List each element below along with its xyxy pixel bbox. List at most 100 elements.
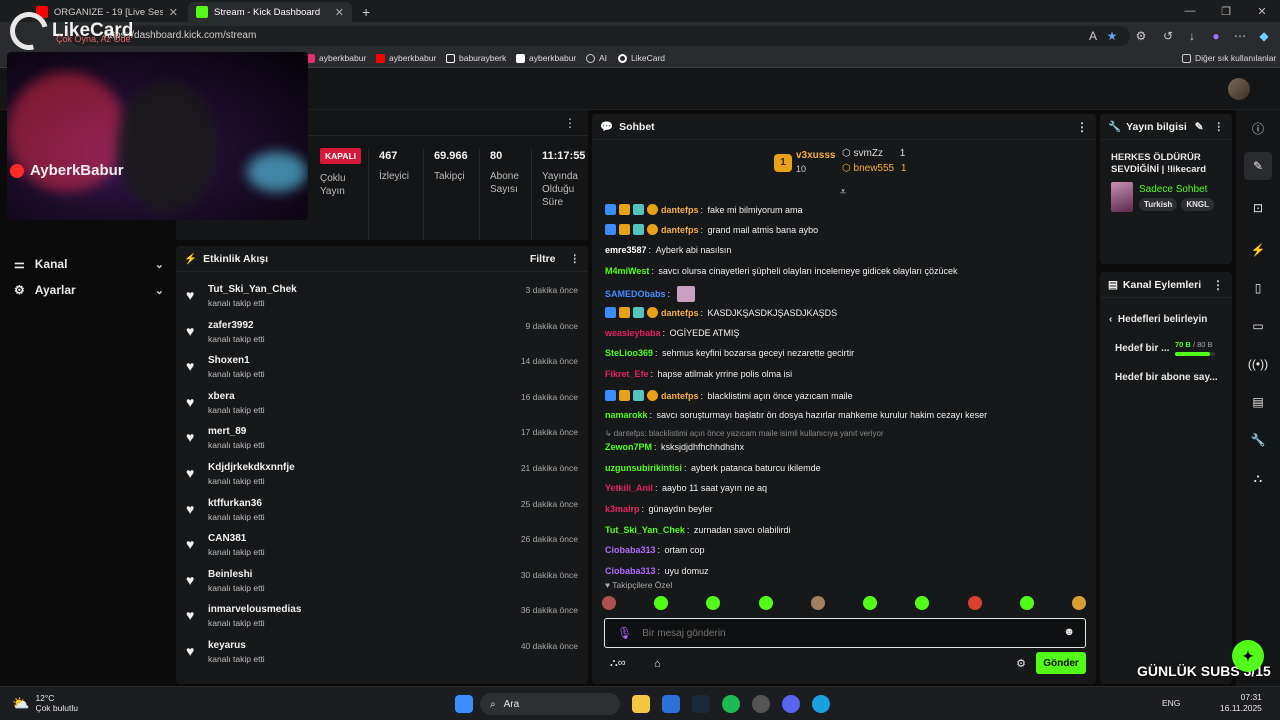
category-name[interactable]: Sadece Sohbet bbox=[1139, 184, 1207, 195]
activity-username[interactable]: Kdjdjrkekdkxnnfje bbox=[208, 462, 295, 473]
camera-icon[interactable]: ⊡ bbox=[1244, 194, 1272, 222]
taskbar-search[interactable]: ⌕ Ara bbox=[480, 693, 620, 715]
edge-icon[interactable] bbox=[812, 695, 830, 713]
minimize-icon[interactable]: — bbox=[1172, 0, 1208, 22]
goal-title[interactable]: Hedef bir abone say... bbox=[1115, 372, 1218, 383]
chat-username[interactable]: dantefps bbox=[661, 308, 699, 318]
group-icon[interactable]: ⛬∞ bbox=[610, 657, 626, 670]
chat-username[interactable]: dantefps bbox=[661, 205, 699, 215]
tag[interactable]: KNGL bbox=[1181, 198, 1214, 211]
bookmark-instagram[interactable]: ayberkbabur bbox=[306, 53, 366, 63]
emote-icon[interactable] bbox=[602, 596, 616, 610]
emote-icon[interactable] bbox=[863, 596, 878, 610]
chat-username[interactable]: Zewon7PM bbox=[605, 442, 652, 452]
document-icon[interactable]: ▯ bbox=[1244, 274, 1272, 302]
more-options-icon[interactable]: ⋮ bbox=[1214, 121, 1225, 133]
bookmark-youtube[interactable]: ayberkbabur bbox=[376, 53, 436, 63]
chat-username[interactable]: emre3587 bbox=[605, 245, 647, 255]
chat-username[interactable]: SAMEDObabs bbox=[605, 289, 666, 299]
chat-username[interactable]: Ciobaba313 bbox=[605, 566, 656, 576]
downloads-icon[interactable]: ↓ bbox=[1184, 28, 1200, 44]
lightning-icon[interactable]: ⚡ bbox=[1244, 236, 1272, 264]
bookmark-tiktok[interactable]: ayberkbabur bbox=[516, 53, 576, 63]
wrench-icon[interactable]: 🔧 bbox=[1244, 426, 1272, 454]
layout-icon[interactable]: ▤ bbox=[1244, 388, 1272, 416]
more-options-icon[interactable]: ⋮ bbox=[1212, 278, 1224, 292]
activity-username[interactable]: Tut_Ski_Yan_Chek bbox=[208, 284, 297, 295]
chat-username[interactable]: M4miWest bbox=[605, 266, 649, 276]
bookmark-likecard[interactable]: LikeCard bbox=[618, 53, 665, 63]
store-icon[interactable]: ⌂ bbox=[654, 658, 661, 670]
emote-icon[interactable] bbox=[1019, 596, 1034, 610]
kick-logo-icon[interactable]: ✦ bbox=[1232, 640, 1264, 672]
close-tab-icon[interactable]: ✕ bbox=[335, 6, 344, 19]
emote-icon[interactable] bbox=[758, 596, 773, 610]
activity-username[interactable]: inmarvelousmedias bbox=[208, 604, 301, 615]
weather-widget[interactable]: ⛅ 12°C Çok bulutlu bbox=[12, 693, 78, 713]
goal-title[interactable]: Hedef bir ... bbox=[1115, 343, 1169, 354]
chat-input[interactable] bbox=[642, 627, 1043, 639]
emote-icon[interactable] bbox=[1071, 596, 1086, 610]
close-tab-icon[interactable]: ✕ bbox=[169, 6, 178, 19]
chat-username[interactable]: Ciobaba313 bbox=[605, 545, 656, 555]
chat-username[interactable]: dantefps bbox=[661, 225, 699, 235]
tag[interactable]: Turkish bbox=[1139, 198, 1178, 211]
edit-icon[interactable]: ✎ bbox=[1195, 121, 1204, 133]
emote-icon[interactable] bbox=[706, 596, 721, 610]
history-icon[interactable]: ↺ bbox=[1160, 28, 1176, 44]
extensions-icon[interactable]: ⚙ bbox=[1133, 28, 1149, 44]
edit-icon[interactable]: ✎ bbox=[1244, 152, 1272, 180]
profile-icon[interactable]: ● bbox=[1208, 28, 1224, 44]
activity-username[interactable]: CAN381 bbox=[208, 533, 246, 544]
bookmark-x[interactable]: baburayberk bbox=[446, 53, 506, 63]
chat-username[interactable]: dantefps bbox=[661, 391, 699, 401]
emote-icon[interactable] bbox=[967, 596, 982, 610]
windows-start-icon[interactable] bbox=[455, 695, 473, 713]
group-icon[interactable]: ⛬ bbox=[1244, 464, 1272, 492]
browser-tab-kick[interactable]: Stream - Kick Dashboard ✕ bbox=[188, 2, 352, 22]
steam-icon[interactable] bbox=[692, 695, 710, 713]
new-tab-button[interactable]: + bbox=[354, 2, 374, 22]
app-icon[interactable] bbox=[752, 695, 770, 713]
info-icon[interactable]: ⓘ bbox=[1244, 114, 1272, 142]
more-options-icon[interactable]: ⋮ bbox=[564, 116, 576, 130]
discord-icon[interactable] bbox=[782, 695, 800, 713]
other-bookmarks[interactable]: Diğer sık kullanılanlar bbox=[1182, 53, 1276, 63]
maximize-icon[interactable]: ❐ bbox=[1208, 0, 1244, 22]
more-icon[interactable]: ⋯ bbox=[1232, 28, 1248, 44]
emoji-icon[interactable]: ☻ bbox=[1063, 626, 1075, 638]
avatar[interactable] bbox=[1228, 78, 1250, 100]
microphone-icon[interactable]: 🎙 bbox=[617, 626, 632, 640]
close-window-icon[interactable]: ✕ bbox=[1244, 0, 1280, 22]
nav-ayarlar[interactable]: ⚙ Ayarlar ⌄ bbox=[14, 279, 164, 301]
chat-username[interactable]: uzgunsubirikintisi bbox=[605, 463, 682, 473]
nav-kanal[interactable]: ⚌ Kanal ⌄ bbox=[14, 253, 164, 275]
clock[interactable]: 07:31 16.11.2025 bbox=[1220, 692, 1262, 714]
chat-username[interactable]: weasleybaba bbox=[605, 328, 661, 338]
filter-button[interactable]: Filtre bbox=[530, 253, 556, 265]
more-options-icon[interactable]: ⋮ bbox=[570, 253, 581, 265]
send-button[interactable]: Gönder bbox=[1036, 652, 1086, 674]
broadcast-icon[interactable]: ((•)) bbox=[1244, 350, 1272, 378]
chat-username[interactable]: Fikret_Efe bbox=[605, 369, 649, 379]
chat-username[interactable]: k3malrp bbox=[605, 504, 640, 514]
chat-bubble-icon[interactable]: ▭ bbox=[1244, 312, 1272, 340]
file-explorer-icon[interactable] bbox=[632, 695, 650, 713]
language-indicator[interactable]: ENG bbox=[1162, 698, 1180, 708]
activity-username[interactable]: mert_89 bbox=[208, 426, 246, 437]
emote-icon[interactable] bbox=[654, 596, 669, 610]
pinned-toggle-icon[interactable]: ⩡ bbox=[840, 186, 846, 199]
activity-username[interactable]: Shoxen1 bbox=[208, 355, 250, 366]
emote-icon[interactable] bbox=[810, 596, 825, 610]
emote-icon[interactable] bbox=[915, 596, 930, 610]
copilot-icon[interactable]: ◆ bbox=[1256, 28, 1272, 44]
more-options-icon[interactable]: ⋮ bbox=[1076, 120, 1088, 134]
chat-username[interactable]: namarokk bbox=[605, 410, 648, 420]
activity-username[interactable]: Beinleshi bbox=[208, 569, 252, 580]
chat-username[interactable]: Yetkili_Anil bbox=[605, 483, 653, 493]
photos-icon[interactable] bbox=[662, 695, 680, 713]
activity-username[interactable]: xbera bbox=[208, 391, 235, 402]
chat-username[interactable]: Tut_Ski_Yan_Chek bbox=[605, 525, 685, 535]
gear-icon[interactable]: ⚙ bbox=[1016, 657, 1026, 670]
activity-username[interactable]: keyarus bbox=[208, 640, 246, 651]
